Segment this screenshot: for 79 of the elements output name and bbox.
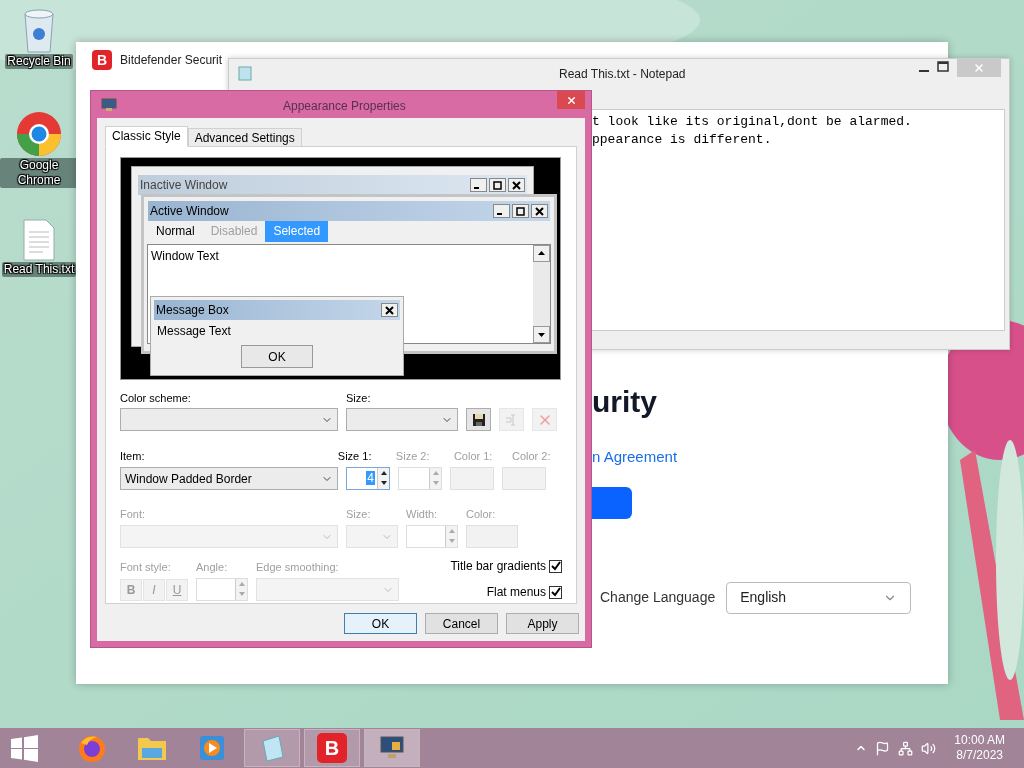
field-label: Size 2: — [395, 449, 431, 463]
field-label: Color scheme: — [120, 391, 192, 405]
field-label: Width: — [406, 507, 439, 521]
chrome-icon[interactable] — [15, 110, 63, 158]
close-icon — [385, 305, 394, 315]
notepad-icon — [237, 65, 253, 81]
check-icon — [550, 561, 561, 571]
field-label: Color 1: — [453, 449, 494, 463]
field-label: Font style: — [120, 560, 172, 574]
app-logo: B — [317, 733, 347, 763]
field-label: Color 2: — [511, 449, 552, 463]
dropdown-field[interactable] — [120, 408, 338, 431]
monitor-icon — [101, 97, 117, 112]
play-icon — [198, 734, 226, 762]
app-logo: B — [92, 50, 112, 70]
window-title: Inactive Window — [140, 177, 228, 194]
menu-item[interactable]: Selected — [265, 221, 329, 242]
spin-field[interactable]: 4 — [346, 467, 390, 490]
dropdown-field[interactable]: Window Padded Border — [120, 467, 338, 490]
text-line: ppearance is different. — [592, 131, 773, 149]
taskbar-button[interactable]: B — [304, 729, 360, 767]
close-icon — [535, 206, 544, 216]
close-icon — [973, 62, 985, 74]
close-icon — [512, 180, 521, 190]
field-label: Size: — [346, 391, 372, 405]
minimize-icon — [474, 187, 479, 189]
checkbox-label: Flat menus — [486, 584, 546, 601]
checkbox-label: Title bar gradients — [450, 558, 546, 575]
field-label: Angle: — [196, 560, 229, 574]
flag-icon[interactable] — [875, 740, 891, 756]
message-text: Message Text — [157, 323, 232, 340]
language-label: Change Language — [600, 588, 716, 607]
dialog-button[interactable]: Apply — [506, 613, 579, 634]
network-icon[interactable] — [898, 740, 914, 756]
checkbox[interactable] — [549, 585, 562, 599]
window-title: Read This.txt - Notepad — [559, 66, 686, 83]
close-button[interactable] — [557, 91, 585, 109]
menu-item[interactable]: Normal — [148, 221, 203, 242]
clock-time: 10:00 AM — [954, 733, 1005, 748]
window-title: Message Box — [156, 302, 229, 319]
window-text: Window Text — [151, 248, 219, 265]
install-button[interactable] — [592, 486, 632, 519]
field-label: Color: — [466, 507, 497, 521]
dialog-button[interactable]: OK — [344, 613, 417, 634]
minimize-icon — [497, 213, 502, 215]
volume-icon[interactable] — [921, 740, 937, 756]
field-label: Item: — [120, 449, 146, 463]
field-label: Edge smoothing: — [256, 560, 340, 574]
heading: urity — [592, 384, 657, 420]
windows-logo-icon[interactable] — [11, 734, 38, 762]
check-icon — [550, 587, 561, 597]
taskbar-button[interactable] — [244, 729, 300, 767]
firefox-icon — [77, 733, 107, 763]
save-scheme-button[interactable] — [466, 408, 491, 431]
close-icon — [565, 94, 577, 106]
clock-date: 8/7/2023 — [956, 748, 1003, 763]
window-title: Bitdefender Securit — [120, 52, 223, 69]
taskbar-button[interactable] — [364, 729, 420, 767]
field-label: Font: — [120, 507, 147, 521]
desktop-icon-label[interactable]: Read This.txt — [1, 262, 77, 277]
checkbox[interactable] — [549, 559, 562, 573]
desktop-icon-label[interactable]: Google Chrome — [0, 158, 78, 188]
tab[interactable]: Classic Style — [105, 126, 188, 147]
text-line: t look like its original,dont be alarmed. — [592, 113, 912, 131]
ok-button[interactable]: OK — [241, 345, 313, 368]
maximize-icon[interactable] — [935, 59, 951, 75]
window-title: Active Window — [150, 203, 229, 220]
clock[interactable]: 10:00 AM 8/7/2023 — [954, 733, 1005, 763]
maximize-icon — [516, 206, 525, 216]
desktop-icon-label[interactable]: Recycle Bin — [5, 54, 73, 69]
field-label: Size: — [346, 507, 372, 521]
agreement-link[interactable]: n Agreement — [592, 446, 678, 469]
language-select[interactable]: English — [726, 581, 912, 614]
field-label: Size 1: — [337, 449, 373, 463]
recycle-bin-icon[interactable] — [21, 8, 57, 54]
text-file-icon[interactable] — [22, 218, 56, 262]
dropdown-field[interactable] — [346, 408, 458, 431]
dialog-button[interactable]: Cancel — [425, 613, 498, 634]
maximize-icon — [493, 180, 502, 190]
